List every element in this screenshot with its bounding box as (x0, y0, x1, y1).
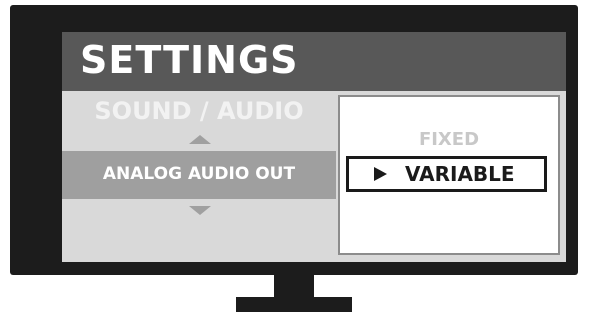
options-panel: FIXED VARIABLE (338, 95, 560, 255)
menu-category-label[interactable]: SOUND / AUDIO (62, 97, 336, 125)
menu-panel: SOUND / AUDIO ANALOG AUDIO OUT (62, 91, 336, 262)
option-variable-label: VARIABLE (405, 162, 515, 186)
title-bar: SETTINGS (62, 32, 566, 91)
down-arrow-icon[interactable] (189, 206, 211, 215)
menu-item-analog-audio-out[interactable]: ANALOG AUDIO OUT (62, 151, 336, 199)
monitor-stand-base (236, 297, 352, 312)
monitor-bezel: SETTINGS SOUND / AUDIO ANALOG AUDIO OUT … (10, 5, 578, 275)
up-arrow-icon[interactable] (189, 135, 211, 144)
menu-item-label: ANALOG AUDIO OUT (102, 164, 296, 184)
page-title: SETTINGS (80, 38, 299, 82)
option-variable[interactable]: VARIABLE (346, 156, 547, 192)
option-fixed[interactable]: FIXED (340, 129, 558, 150)
play-icon (374, 167, 387, 181)
settings-screen: SETTINGS SOUND / AUDIO ANALOG AUDIO OUT … (62, 32, 566, 262)
